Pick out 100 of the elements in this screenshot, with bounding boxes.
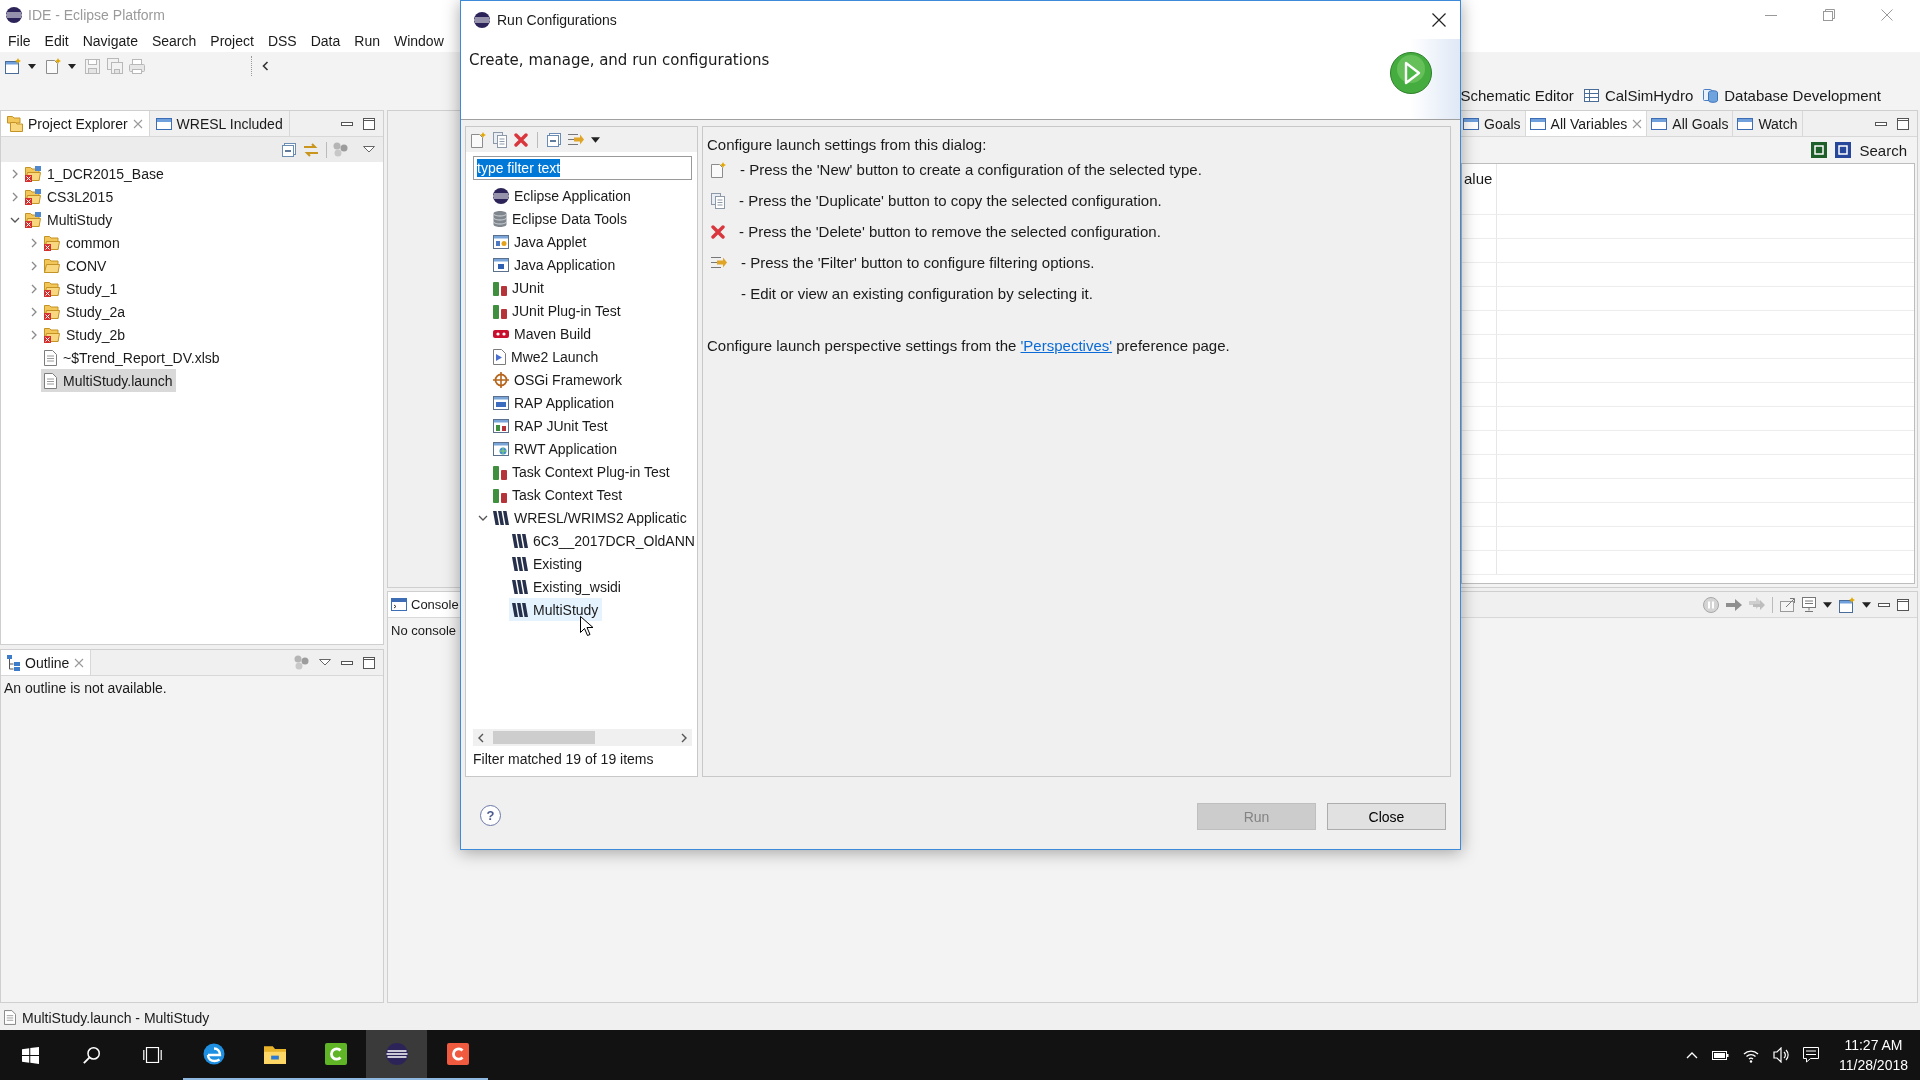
dropdown-arrow-icon[interactable] — [1823, 601, 1832, 608]
view-menu-icon[interactable] — [363, 146, 375, 153]
tree-item[interactable]: common — [41, 231, 124, 254]
tree-item[interactable]: Existing — [509, 552, 584, 575]
square-icon[interactable] — [1811, 142, 1828, 158]
tree-item[interactable]: Task Context Test — [490, 483, 624, 506]
database-icon — [493, 210, 507, 227]
tree-item[interactable]: CONV — [41, 254, 111, 277]
minimize-icon[interactable] — [1878, 602, 1890, 607]
tree-item[interactable]: 1_DCR2015_Base — [22, 162, 168, 185]
tree-item[interactable]: Study_1 — [41, 277, 122, 300]
restore-icon[interactable] — [1823, 9, 1835, 21]
volume-icon[interactable] — [1772, 1047, 1789, 1063]
right-arrow-icon[interactable] — [1726, 597, 1742, 612]
tree-item[interactable]: Mwe2 Launch — [490, 345, 600, 368]
tree-item[interactable]: MultiStudy.launch — [41, 369, 177, 392]
close-icon[interactable] — [1432, 13, 1446, 27]
perspective-button[interactable]: Database Development — [1703, 84, 1881, 106]
tab[interactable]: All Goals — [1647, 111, 1734, 136]
tree-item[interactable]: MultiStudy — [509, 598, 603, 621]
tree-item[interactable]: ~$Trend_Report_DV.xlsb — [41, 346, 224, 369]
taskbar-button[interactable] — [366, 1030, 427, 1080]
notification-icon[interactable] — [1802, 1047, 1819, 1063]
tree-item[interactable]: OSGi Framework — [490, 368, 624, 391]
new-window-icon[interactable] — [5, 58, 21, 74]
menu-item[interactable]: Window — [386, 33, 451, 49]
task-view-icon[interactable] — [143, 1047, 162, 1063]
clock-time[interactable]: 11:27 AM — [1844, 1035, 1903, 1055]
chevron-up-icon[interactable] — [1685, 1051, 1698, 1059]
new-window-icon[interactable] — [1839, 596, 1855, 613]
tab[interactable]: Outline — [1, 650, 92, 675]
menu-item[interactable]: Navigate — [75, 33, 145, 49]
tree-item[interactable]: Java Application — [490, 253, 617, 276]
dropdown-arrow-icon[interactable] — [68, 63, 76, 69]
perspective-button[interactable]: CalSimHydro — [1583, 84, 1694, 106]
tree-item[interactable]: 6C3__2017DCR_OldANN — [509, 529, 696, 552]
menu-item[interactable]: File — [1, 33, 38, 49]
pin-icon[interactable] — [1780, 597, 1795, 612]
monitor-icon[interactable] — [1802, 597, 1816, 612]
filter-field[interactable]: type filter text — [473, 156, 692, 180]
start-icon[interactable] — [22, 1046, 39, 1064]
tree-item[interactable]: RWT Application — [490, 437, 618, 460]
maximize-icon[interactable] — [1897, 117, 1909, 130]
tree-item[interactable]: CS3L2015 — [22, 185, 118, 208]
square-icon[interactable] — [1835, 142, 1852, 158]
tab[interactable]: Project Explorer — [1, 111, 150, 136]
minimize-icon[interactable] — [341, 660, 353, 665]
tree-item[interactable]: Study_2a — [41, 300, 130, 323]
maximize-icon[interactable] — [363, 656, 375, 669]
view-menu-icon[interactable] — [319, 659, 331, 666]
browser-icon — [202, 1043, 225, 1065]
new-file-icon[interactable] — [46, 58, 61, 74]
tree-item[interactable]: Java Applet — [490, 230, 588, 253]
tree-item[interactable]: Eclipse Data Tools — [490, 207, 628, 230]
tree-item[interactable]: Eclipse Application — [490, 184, 632, 207]
minimize-icon[interactable] — [341, 121, 353, 126]
collapse-all-icon[interactable] — [282, 142, 296, 157]
delete-icon[interactable] — [514, 132, 528, 147]
horizontal-scrollbar[interactable] — [473, 729, 692, 746]
tree-item[interactable]: JUnit Plug-in Test — [490, 299, 622, 322]
new-page-icon[interactable] — [471, 131, 486, 148]
battery-icon[interactable] — [1711, 1050, 1729, 1060]
perspectives-link[interactable]: 'Perspectives' — [1020, 336, 1113, 354]
tab[interactable]: Console — [388, 592, 461, 617]
tree-item[interactable]: RAP JUnit Test — [490, 414, 609, 437]
search-button[interactable]: Search — [1859, 141, 1907, 159]
filter-icon[interactable] — [568, 132, 584, 147]
tree-item[interactable]: Maven Build — [490, 322, 593, 345]
menu-item[interactable]: Project — [203, 33, 261, 49]
scroll-right-icon[interactable] — [681, 732, 687, 743]
tree-item[interactable]: JUnit — [490, 276, 545, 299]
menu-item[interactable]: Edit — [37, 33, 76, 49]
perspective-button[interactable]: Schematic Editor — [1460, 84, 1574, 106]
menu-item[interactable]: Search — [144, 33, 204, 49]
tree-item[interactable]: MultiStudy — [22, 208, 117, 231]
minimize-icon[interactable] — [1875, 121, 1887, 126]
tree-item[interactable]: Study_2b — [41, 323, 130, 346]
tab[interactable]: All Variables — [1525, 111, 1648, 136]
dropdown-arrow-icon[interactable] — [1862, 601, 1871, 608]
dropdown-arrow-icon[interactable] — [591, 136, 600, 143]
tab[interactable]: Watch — [1733, 111, 1803, 136]
search-icon[interactable] — [83, 1046, 100, 1064]
collapse-all-icon[interactable] — [547, 132, 561, 147]
close-button[interactable]: Close — [1327, 803, 1446, 830]
tree-item[interactable]: RAP Application — [490, 391, 616, 414]
menu-item[interactable]: Data — [303, 33, 348, 49]
tree-item[interactable]: Existing_wsidi — [509, 575, 622, 598]
tab[interactable]: WRESL Included — [149, 111, 290, 136]
maximize-icon[interactable] — [1897, 598, 1909, 611]
chevron-left-icon[interactable] — [262, 61, 269, 71]
tree-item[interactable]: WRESL/WRIMS2 Applicatic — [490, 506, 688, 529]
copy-icon[interactable] — [493, 131, 507, 148]
scroll-left-icon[interactable] — [478, 732, 484, 743]
menu-item[interactable]: DSS — [260, 33, 304, 49]
help-button[interactable]: ? — [480, 805, 501, 826]
tree-item[interactable]: Task Context Plug-in Test — [490, 460, 671, 483]
clock-date[interactable]: 11/28/2018 — [1838, 1055, 1908, 1075]
menu-item[interactable]: Run — [347, 33, 387, 49]
maximize-icon[interactable] — [363, 117, 375, 130]
dropdown-arrow-icon[interactable] — [28, 63, 36, 69]
